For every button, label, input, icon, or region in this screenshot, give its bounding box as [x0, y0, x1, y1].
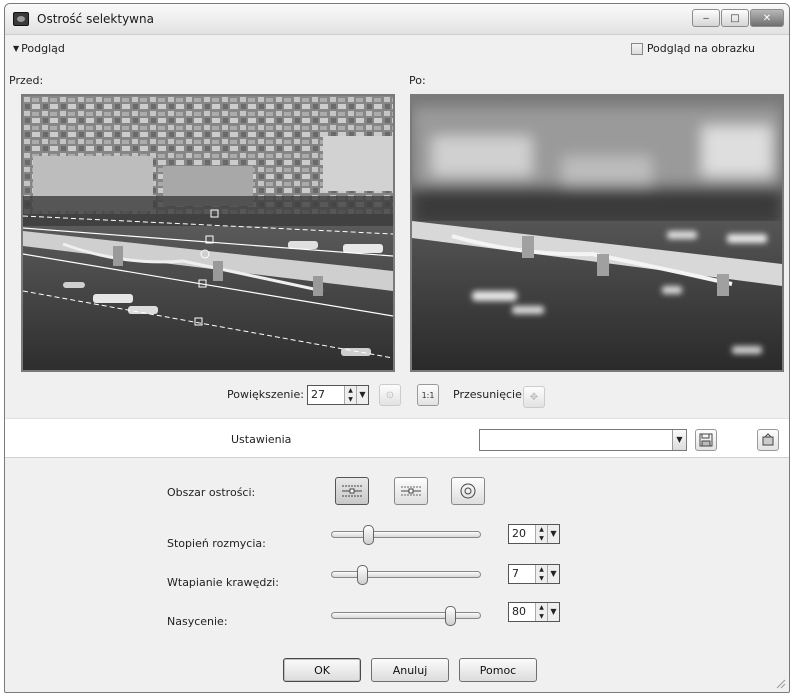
- preset-dropdown[interactable]: ▼: [479, 429, 687, 451]
- zoom-spinbox[interactable]: 27 ▲ ▼ ▼: [307, 385, 369, 405]
- blur-amount-spinbox[interactable]: 20 ▲ ▼ ▼: [508, 524, 560, 544]
- after-preview-image: [410, 94, 784, 372]
- feather-slider[interactable]: [331, 565, 481, 585]
- saturation-value[interactable]: 80: [509, 603, 535, 621]
- zoom-fit-icon: ⊙: [385, 389, 395, 401]
- chevron-down-icon[interactable]: ▼: [672, 430, 686, 450]
- zoom-spin-arrows[interactable]: ▲ ▼: [344, 386, 356, 404]
- zoom-to-fit-button[interactable]: ⊙: [379, 384, 401, 406]
- before-photo-illustration: [23, 96, 393, 370]
- title-bar: Ostrość selektywna ‒ □ ✕: [5, 4, 789, 35]
- presets-label: Ustawienia: [231, 433, 292, 446]
- preview-toggle-label: Podgląd: [21, 42, 65, 55]
- preview-on-image-checkbox[interactable]: [630, 42, 643, 55]
- before-label: Przed:: [9, 74, 44, 87]
- save-preset-button[interactable]: [695, 429, 717, 451]
- presets-bar: Ustawienia ▼: [5, 418, 789, 458]
- window-title: Ostrość selektywna: [37, 12, 154, 26]
- zoom-toolbar: Powiększenie: 27 ▲ ▼ ▼ ⊙ 1:1 Przesunięcie…: [5, 380, 789, 414]
- blur-amount-thumb[interactable]: [362, 525, 374, 545]
- zoom-value[interactable]: 27: [308, 386, 344, 404]
- feather-value[interactable]: 7: [509, 565, 535, 583]
- zoom-label: Powiększenie:: [227, 388, 304, 401]
- saturation-slider[interactable]: [331, 606, 481, 626]
- preview-bar: ▼ Podgląd Podgląd na obrazku: [5, 36, 789, 62]
- saturation-spin-arrows[interactable]: ▲ ▼: [535, 603, 547, 621]
- saturation-dropdown-icon[interactable]: ▼: [547, 603, 559, 621]
- ellipse-focus-icon: [460, 483, 476, 499]
- before-preview-image[interactable]: [21, 94, 395, 372]
- after-label: Po:: [409, 74, 426, 87]
- blur-amount-label: Stopień rozmycia:: [167, 537, 266, 550]
- pan-label: Przesunięcie:: [453, 388, 526, 401]
- feather-spinbox[interactable]: 7 ▲ ▼ ▼: [508, 564, 560, 584]
- pan-button[interactable]: ✥: [523, 386, 545, 408]
- focus-area-label: Obszar ostrości:: [167, 486, 256, 499]
- feather-thumb[interactable]: [356, 565, 368, 585]
- saturation-thumb[interactable]: [445, 606, 457, 626]
- floppy-disk-icon: [699, 433, 713, 447]
- zoom-dropdown-icon[interactable]: ▼: [356, 386, 368, 404]
- feather-dropdown-icon[interactable]: ▼: [547, 565, 559, 583]
- saturation-spinbox[interactable]: 80 ▲ ▼ ▼: [508, 602, 560, 622]
- actual-size-button[interactable]: 1:1: [417, 384, 439, 406]
- feather-spin-arrows[interactable]: ▲ ▼: [535, 565, 547, 583]
- minimize-button[interactable]: ‒: [692, 9, 720, 27]
- ellipse-focus-button[interactable]: [451, 477, 485, 505]
- maximize-button[interactable]: □: [721, 9, 749, 27]
- blur-amount-spin-arrows[interactable]: ▲ ▼: [535, 525, 547, 543]
- rectangle-focus-icon: [342, 485, 362, 497]
- blur-amount-value[interactable]: 20: [509, 525, 535, 543]
- dialog-window: Ostrość selektywna ‒ □ ✕ ▼ Podgląd Podgl…: [4, 3, 790, 693]
- preview-on-image-option[interactable]: Podgląd na obrazku: [630, 42, 755, 55]
- preview-on-image-label: Podgląd na obrazku: [646, 42, 755, 55]
- resize-grip-icon[interactable]: [774, 677, 786, 689]
- reset-icon: [762, 433, 774, 446]
- settings-panel: Obszar ostrości: Stopień rozmycia: 20 ▲ …: [5, 459, 789, 692]
- reset-preset-button[interactable]: [757, 429, 779, 451]
- blur-amount-dropdown-icon[interactable]: ▼: [547, 525, 559, 543]
- feather-label: Wtapianie krawędzi:: [167, 576, 279, 589]
- triangle-down-icon: ▼: [13, 44, 20, 53]
- preview-toggle[interactable]: ▼ Podgląd: [13, 42, 65, 55]
- after-photo-illustration: [412, 96, 782, 370]
- help-button[interactable]: Pomoc: [459, 658, 537, 682]
- close-button[interactable]: ✕: [750, 9, 784, 27]
- app-icon: [13, 12, 29, 26]
- line-focus-button[interactable]: [394, 477, 428, 505]
- blur-amount-slider[interactable]: [331, 525, 481, 545]
- line-focus-icon: [401, 486, 421, 496]
- rectangle-focus-button[interactable]: [335, 477, 369, 505]
- saturation-label: Nasycenie:: [167, 615, 228, 628]
- move-icon: ✥: [529, 391, 539, 403]
- cancel-button[interactable]: Anuluj: [371, 658, 449, 682]
- ok-button[interactable]: OK: [283, 658, 361, 682]
- actual-size-icon: 1:1: [421, 390, 435, 400]
